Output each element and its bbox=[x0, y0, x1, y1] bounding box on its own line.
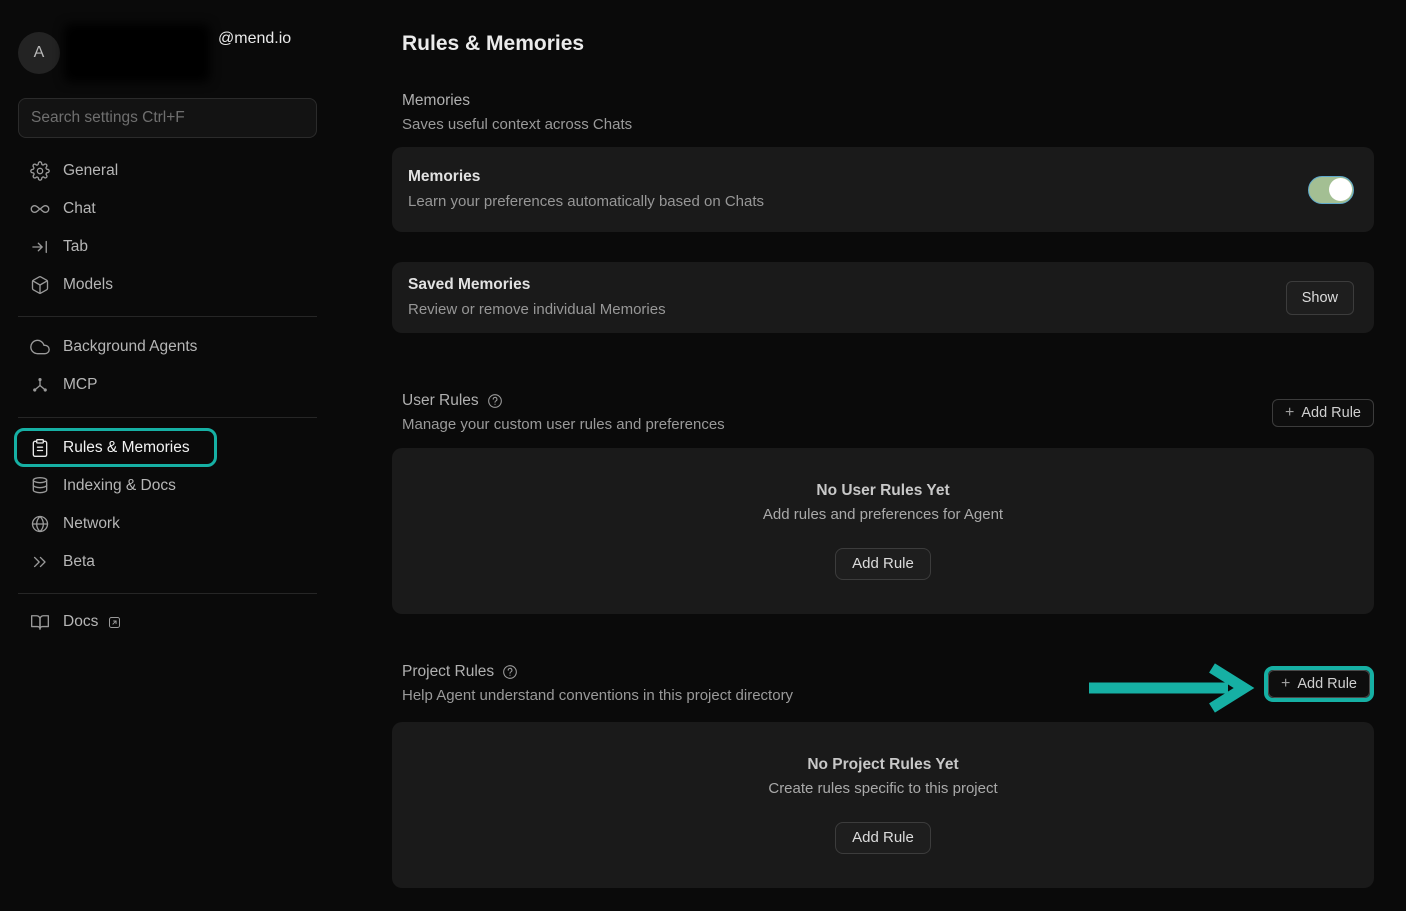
settings-content: Rules & Memories Memories Saves useful c… bbox=[392, 0, 1374, 888]
sidebar-item-label: Tab bbox=[63, 238, 88, 256]
saved-memories-card-text: Saved Memories Review or remove individu… bbox=[408, 274, 666, 322]
user-rules-header: User Rules Manage your custom user rules… bbox=[402, 389, 725, 437]
user-rules-header-row: User Rules Manage your custom user rules… bbox=[392, 389, 1374, 437]
project-rules-empty-description: Create rules specific to this project bbox=[768, 777, 997, 801]
sidebar-item-general[interactable]: General bbox=[18, 152, 317, 190]
memories-card-title: Memories bbox=[408, 166, 764, 188]
user-rules-empty-card: No User Rules Yet Add rules and preferen… bbox=[392, 448, 1374, 614]
show-saved-memories-button[interactable]: Show bbox=[1286, 281, 1354, 315]
chevrons-icon bbox=[30, 552, 50, 572]
sidebar-item-docs[interactable]: Docs bbox=[18, 603, 317, 641]
add-user-rule-button[interactable]: + Add Rule bbox=[1272, 399, 1374, 427]
sidebar-item-label: Docs bbox=[63, 613, 98, 631]
project-rules-header-row: Project Rules Help Agent understand conv… bbox=[392, 660, 1374, 708]
sidebar-item-label: Beta bbox=[63, 553, 95, 571]
sidebar-item-label: General bbox=[63, 162, 118, 180]
settings-sidebar: A @mend.io General Chat Tab Models Backgroun… bbox=[0, 0, 360, 911]
sidebar-group: Docs bbox=[18, 603, 317, 641]
sidebar-item-label: Models bbox=[63, 276, 113, 294]
page-title: Rules & Memories bbox=[402, 32, 1374, 56]
redacted-username bbox=[64, 24, 210, 82]
account-email-suffix: @mend.io bbox=[218, 30, 291, 48]
sidebar-item-rules-memories[interactable]: Rules & Memories bbox=[18, 429, 317, 467]
memories-card-text: Memories Learn your preferences automati… bbox=[408, 166, 764, 214]
nodes-icon bbox=[30, 375, 50, 395]
sidebar-divider bbox=[18, 417, 317, 418]
cloud-icon bbox=[30, 337, 50, 357]
sidebar-group: Background Agents MCP bbox=[18, 328, 317, 404]
globe-icon bbox=[30, 514, 50, 534]
saved-memories-card-description: Review or remove individual Memories bbox=[408, 298, 666, 322]
sidebar-item-chat[interactable]: Chat bbox=[18, 190, 317, 228]
user-rules-label: User Rules bbox=[402, 389, 479, 413]
sidebar-item-network[interactable]: Network bbox=[18, 505, 317, 543]
toggle-knob bbox=[1329, 178, 1352, 201]
sidebar-item-models[interactable]: Models bbox=[18, 266, 317, 304]
sidebar-item-label: Background Agents bbox=[63, 338, 197, 356]
memories-card-description: Learn your preferences automatically bas… bbox=[408, 190, 764, 214]
infinity-icon bbox=[30, 199, 50, 219]
sidebar-item-label: Rules & Memories bbox=[63, 439, 190, 457]
add-project-rule-empty-button[interactable]: Add Rule bbox=[835, 822, 931, 854]
sidebar-group: Rules & Memories Indexing & Docs Network Be… bbox=[18, 429, 317, 581]
clipboard-icon bbox=[30, 438, 50, 458]
sidebar-item-indexing-docs[interactable]: Indexing & Docs bbox=[18, 467, 317, 505]
help-icon bbox=[487, 393, 503, 409]
sidebar-item-tab[interactable]: Tab bbox=[18, 228, 317, 266]
help-icon bbox=[502, 664, 518, 680]
sidebar-group: General Chat Tab Models bbox=[18, 152, 317, 304]
plus-icon: + bbox=[1285, 405, 1294, 421]
project-rules-empty-title: No Project Rules Yet bbox=[807, 753, 958, 777]
memories-section-description: Saves useful context across Chats bbox=[402, 113, 1374, 137]
annotation-box-add-rule: + Add Rule bbox=[1264, 666, 1374, 702]
account-row: A @mend.io bbox=[18, 24, 291, 82]
user-rules-empty-title: No User Rules Yet bbox=[816, 479, 949, 503]
tab-arrow-icon bbox=[30, 237, 50, 257]
sidebar-item-label: MCP bbox=[63, 376, 97, 394]
avatar: A bbox=[18, 32, 60, 74]
gear-icon bbox=[30, 161, 50, 181]
memories-section-header: Memories Saves useful context across Cha… bbox=[402, 89, 1374, 137]
database-icon bbox=[30, 476, 50, 496]
saved-memories-card-title: Saved Memories bbox=[408, 274, 666, 296]
sidebar-divider bbox=[18, 316, 317, 317]
memories-section-label: Memories bbox=[402, 89, 470, 113]
memories-toggle[interactable] bbox=[1308, 176, 1354, 204]
project-rules-header: Project Rules Help Agent understand conv… bbox=[402, 660, 793, 708]
cube-icon bbox=[30, 275, 50, 295]
external-link-icon bbox=[107, 615, 122, 630]
project-rules-empty-card: No Project Rules Yet Create rules specif… bbox=[392, 722, 1374, 888]
project-rules-description: Help Agent understand conventions in thi… bbox=[402, 684, 793, 708]
add-user-rule-button-label: Add Rule bbox=[1301, 404, 1361, 422]
sidebar-item-beta[interactable]: Beta bbox=[18, 543, 317, 581]
sidebar-item-label: Network bbox=[63, 515, 120, 533]
add-project-rule-button[interactable]: + Add Rule bbox=[1268, 670, 1370, 698]
user-rules-empty-description: Add rules and preferences for Agent bbox=[763, 503, 1003, 527]
user-rules-description: Manage your custom user rules and prefer… bbox=[402, 413, 725, 437]
book-icon bbox=[30, 612, 50, 632]
memories-card: Memories Learn your preferences automati… bbox=[392, 147, 1374, 232]
saved-memories-card: Saved Memories Review or remove individu… bbox=[392, 262, 1374, 333]
plus-icon: + bbox=[1281, 676, 1290, 692]
sidebar-item-background-agents[interactable]: Background Agents bbox=[18, 328, 317, 366]
project-rules-label: Project Rules bbox=[402, 660, 494, 684]
sidebar-divider bbox=[18, 593, 317, 594]
sidebar-item-mcp[interactable]: MCP bbox=[18, 366, 317, 404]
add-user-rule-empty-button[interactable]: Add Rule bbox=[835, 548, 931, 580]
sidebar-item-label: Indexing & Docs bbox=[63, 477, 176, 495]
search-settings-input[interactable] bbox=[18, 98, 317, 138]
add-project-rule-button-label: Add Rule bbox=[1297, 675, 1357, 693]
sidebar-item-label: Chat bbox=[63, 200, 96, 218]
